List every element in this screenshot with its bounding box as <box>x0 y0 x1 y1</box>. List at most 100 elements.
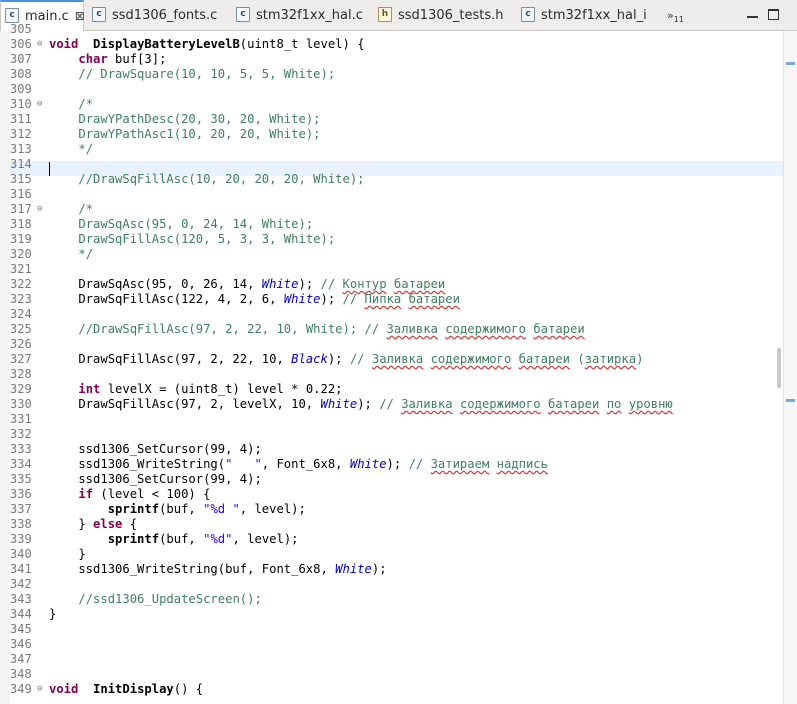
code-editor[interactable]: 305 306 ⊖ void DisplayBatteryLevelB(uint8_t… <box>0 22 797 704</box>
code-text: DrawSqAsc(95, 0, 26, 14, White); // Конт… <box>49 277 445 292</box>
line-number: 335 <box>10 472 32 486</box>
code-token: sprintf <box>107 502 160 516</box>
line-number: 325 <box>10 322 32 336</box>
line-number: 343 <box>10 592 32 606</box>
comment: //ssd1306_UpdateScreen(); <box>78 592 262 606</box>
code-token: } <box>49 517 94 531</box>
enum-constant: White <box>261 277 299 291</box>
code-token: , level); <box>239 502 306 516</box>
keyword: char <box>78 52 108 66</box>
comment: содержимого <box>430 352 512 366</box>
comment: уровню <box>628 397 673 411</box>
comment: // <box>379 397 402 411</box>
code-text: } else { <box>49 517 137 532</box>
comment <box>453 397 460 411</box>
comment <box>401 292 408 306</box>
code-text: DrawSqFillAsc(120, 5, 3, 3, White); <box>49 232 335 247</box>
comment <box>621 397 628 411</box>
tab-ssd1306-fonts-c[interactable]: c ssd1306_fonts.c <box>92 0 227 31</box>
line-number: 337 <box>10 502 32 516</box>
comment: по <box>606 397 622 411</box>
code-token: DrawSqFillAsc(97, 2, levelX, 10, <box>49 397 321 411</box>
maximize-icon[interactable] <box>768 9 779 20</box>
line-number: 318 <box>10 217 32 231</box>
tab-label: stm32f1xx_hal.c <box>256 8 363 23</box>
comment <box>387 277 394 291</box>
line-number: 322 <box>10 277 32 291</box>
code-token: DrawSqFillAsc(122, 4, 2, 6, <box>49 292 284 306</box>
annotation-ruler <box>0 31 10 704</box>
code-text: DrawSqFillAsc(97, 2, levelX, 10, White);… <box>49 397 673 412</box>
code-token: (level < 100) { <box>93 487 211 501</box>
code-token: ssd1306_WriteString( <box>49 457 226 471</box>
minimize-icon[interactable] <box>747 11 758 18</box>
comment <box>423 352 430 366</box>
code-text: ssd1306_SetCursor(99, 4); <box>49 442 261 457</box>
code-token: (buf, <box>159 532 204 546</box>
h-file-icon: h <box>378 7 392 22</box>
close-tab-icon[interactable]: ⊠ <box>75 9 85 23</box>
comment: затирка <box>584 352 637 366</box>
fold-toggle-icon[interactable]: ⊖ <box>37 202 42 217</box>
code-text: void DisplayBatteryLevelB(uint8_t level)… <box>49 37 365 52</box>
code-text: DrawYPathAsc1(10, 20, 20, White); <box>49 127 320 142</box>
comment: Заливка <box>386 322 438 336</box>
tab-stm32f1xx-hal-c[interactable]: c stm32f1xx_hal.c <box>236 0 371 31</box>
keyword: else <box>93 517 123 531</box>
code-token: DrawSqAsc(95, 0, 26, 14, <box>49 277 262 291</box>
tab-label: stm32f1xx_hal_i <box>541 8 647 23</box>
line-number: 312 <box>10 127 32 141</box>
code-token: { <box>122 517 138 531</box>
code-text: } <box>49 547 86 562</box>
line-number: 319 <box>10 232 32 246</box>
comment: Затираем <box>430 457 490 471</box>
code-text: /* <box>49 202 93 217</box>
comment: батареи <box>393 277 446 291</box>
line-number: 328 <box>10 367 32 381</box>
code-text: int levelX = (uint8_t) level * 0.22; <box>49 382 342 397</box>
line-number: 317 <box>10 202 32 216</box>
tab-overflow-button[interactable]: »11 <box>667 0 684 31</box>
line-number: 310 <box>10 97 32 111</box>
code-text: //DrawSqFillAsc(97, 2, 22, 10, White); /… <box>49 322 584 337</box>
code-token: sprintf <box>107 532 160 546</box>
overview-marker[interactable] <box>786 62 795 65</box>
tab-label: ssd1306_fonts.c <box>112 8 218 23</box>
overview-marker[interactable] <box>786 399 795 402</box>
line-number: 320 <box>10 247 32 261</box>
line-number: 308 <box>10 67 32 81</box>
line-number: 327 <box>10 352 32 366</box>
code-text: // DrawSquare(10, 10, 5, 5, White); <box>49 67 335 82</box>
line-number: 346 <box>10 637 32 651</box>
string-literal: " " <box>225 457 262 471</box>
code-token: } <box>49 547 86 561</box>
line-number: 306 <box>10 37 32 51</box>
keyword: int <box>78 382 101 396</box>
fold-toggle-icon[interactable]: ⊖ <box>37 37 42 52</box>
overview-ruler[interactable] <box>783 31 797 704</box>
line-number: 324 <box>10 307 32 321</box>
line-number: 309 <box>10 82 32 96</box>
code-text: //ssd1306_UpdateScreen(); <box>49 592 262 607</box>
line-number: 326 <box>10 337 32 351</box>
tab-ssd1306-tests-h[interactable]: h ssd1306_tests.h <box>378 0 513 31</box>
fold-toggle-icon[interactable]: ⊖ <box>37 682 42 697</box>
comment: // DrawSquare(10, 10, 5, 5, White); <box>78 67 336 81</box>
fold-toggle-icon[interactable]: ⊖ <box>37 97 42 112</box>
comment: DrawYPathDesc(20, 30, 20, White); <box>78 112 321 126</box>
comment: Контур <box>342 277 387 291</box>
keyword: if <box>78 487 94 501</box>
line-number: 323 <box>10 292 32 306</box>
tab-stm32f1xx-hal-i[interactable]: c stm32f1xx_hal_i <box>521 0 661 31</box>
comment: // <box>342 292 365 306</box>
scrollbar-thumb[interactable] <box>777 348 781 388</box>
text-caret <box>49 162 50 176</box>
code-token: ssd1306_SetCursor(99, 4); <box>49 472 262 486</box>
